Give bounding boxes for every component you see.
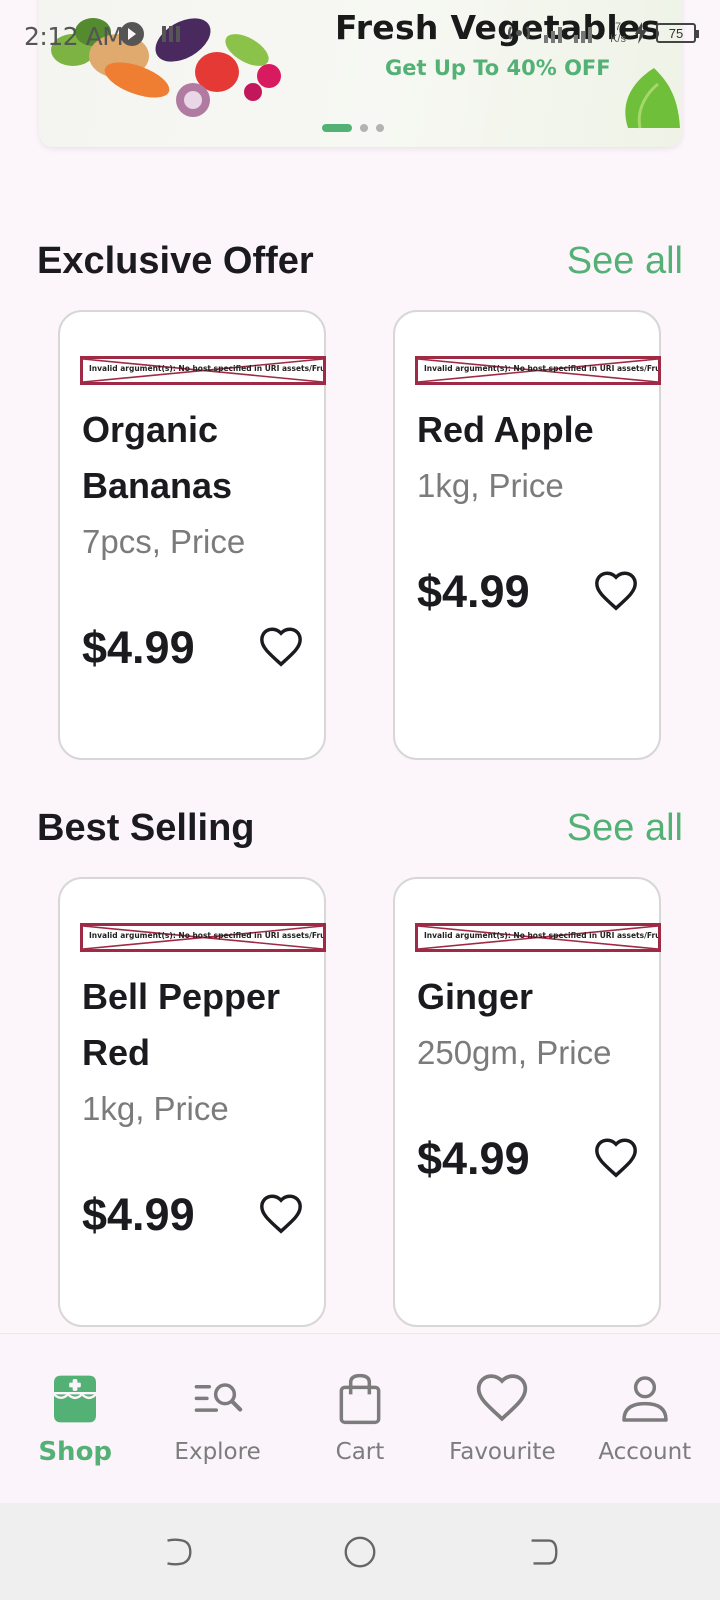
product-card-ginger[interactable]: Invalid argument(s): No host specified i…	[393, 877, 661, 1327]
section-header-best-selling: Best Selling See all	[37, 807, 683, 850]
see-all-link[interactable]: See all	[567, 240, 683, 283]
product-description: 1kg, Price	[417, 467, 564, 504]
product-name: Red Apple	[417, 409, 594, 450]
nav-item-account[interactable]: Account	[575, 1334, 715, 1503]
image-error-text: Invalid argument(s): No host specified i…	[424, 364, 661, 373]
account-icon	[622, 1376, 668, 1422]
price-row: $4.99	[417, 566, 639, 618]
heart-icon[interactable]	[593, 1136, 639, 1182]
price-row: $4.99	[82, 622, 304, 674]
product-image-error: Invalid argument(s): No host specified i…	[80, 356, 326, 385]
promo-banner[interactable]: Fresh Vegetables Get Up To 40% OFF	[39, 0, 682, 147]
lettuce-illustration	[625, 68, 680, 129]
image-error-text: Invalid argument(s): No host specified i…	[89, 364, 326, 373]
home-icon[interactable]	[341, 1533, 379, 1571]
section-title: Exclusive Offer	[37, 240, 314, 282]
product-card-organic-bananas[interactable]: Invalid argument(s): No host specified i…	[58, 310, 326, 760]
banner-subtitle: Get Up To 40% OFF	[385, 56, 611, 80]
product-name: Organic Bananas	[82, 409, 233, 506]
carousel-indicator	[322, 124, 384, 132]
carousel-dot[interactable]	[376, 124, 384, 132]
product-info: Organic Bananas 7pcs, Price	[82, 402, 314, 570]
nav-item-favourite[interactable]: Favourite	[432, 1334, 572, 1503]
image-error-text: Invalid argument(s): No host specified i…	[424, 931, 661, 940]
product-price: $4.99	[82, 1189, 195, 1240]
product-name: Ginger	[417, 976, 534, 1017]
nav-label: Cart	[335, 1439, 385, 1465]
section-title: Best Selling	[37, 807, 255, 849]
nav-label: Shop	[38, 1437, 113, 1467]
heart-icon[interactable]	[258, 1192, 304, 1238]
product-info: Red Apple 1kg, Price	[417, 402, 649, 514]
product-price: $4.99	[417, 566, 530, 617]
system-navigation-bar	[0, 1503, 720, 1600]
shop-icon	[53, 1375, 98, 1423]
nav-label: Account	[598, 1439, 692, 1465]
price-row: $4.99	[82, 1189, 304, 1241]
bottom-navigation: Shop Explore Cart Favourite Account	[0, 1333, 720, 1503]
banner-title: Fresh Vegetables	[335, 8, 661, 47]
product-description: 250gm, Price	[417, 1034, 612, 1071]
carousel-dot-active[interactable]	[322, 124, 352, 132]
nav-label: Favourite	[449, 1439, 556, 1465]
product-card-bell-pepper-red[interactable]: Invalid argument(s): No host specified i…	[58, 877, 326, 1327]
product-description: 1kg, Price	[82, 1090, 229, 1127]
nav-item-explore[interactable]: Explore	[148, 1334, 288, 1503]
product-info: Bell Pepper Red 1kg, Price	[82, 969, 314, 1137]
product-name: Bell Pepper Red	[82, 976, 281, 1073]
section-header-exclusive-offer: Exclusive Offer See all	[37, 240, 683, 283]
heart-icon[interactable]	[258, 625, 304, 671]
product-image-error: Invalid argument(s): No host specified i…	[415, 356, 661, 385]
nav-item-cart[interactable]: Cart	[290, 1334, 430, 1503]
product-info: Ginger 250gm, Price	[417, 969, 649, 1081]
explore-icon	[194, 1383, 242, 1412]
vegetables-illustration	[51, 18, 281, 117]
cart-icon	[339, 1373, 381, 1425]
product-price: $4.99	[82, 622, 195, 673]
nav-label: Explore	[174, 1439, 261, 1465]
heart-icon	[477, 1374, 528, 1422]
nav-item-shop[interactable]: Shop	[5, 1334, 145, 1503]
product-card-red-apple[interactable]: Invalid argument(s): No host specified i…	[393, 310, 661, 760]
product-image-error: Invalid argument(s): No host specified i…	[415, 923, 661, 952]
product-price: $4.99	[417, 1133, 530, 1184]
back-icon[interactable]	[524, 1533, 562, 1571]
heart-icon[interactable]	[593, 569, 639, 615]
product-image-error: Invalid argument(s): No host specified i…	[80, 923, 326, 952]
carousel-dot[interactable]	[360, 124, 368, 132]
image-error-text: Invalid argument(s): No host specified i…	[89, 931, 326, 940]
recent-apps-icon[interactable]	[158, 1533, 196, 1571]
product-description: 7pcs, Price	[82, 523, 246, 560]
see-all-link[interactable]: See all	[567, 807, 683, 850]
price-row: $4.99	[417, 1133, 639, 1185]
